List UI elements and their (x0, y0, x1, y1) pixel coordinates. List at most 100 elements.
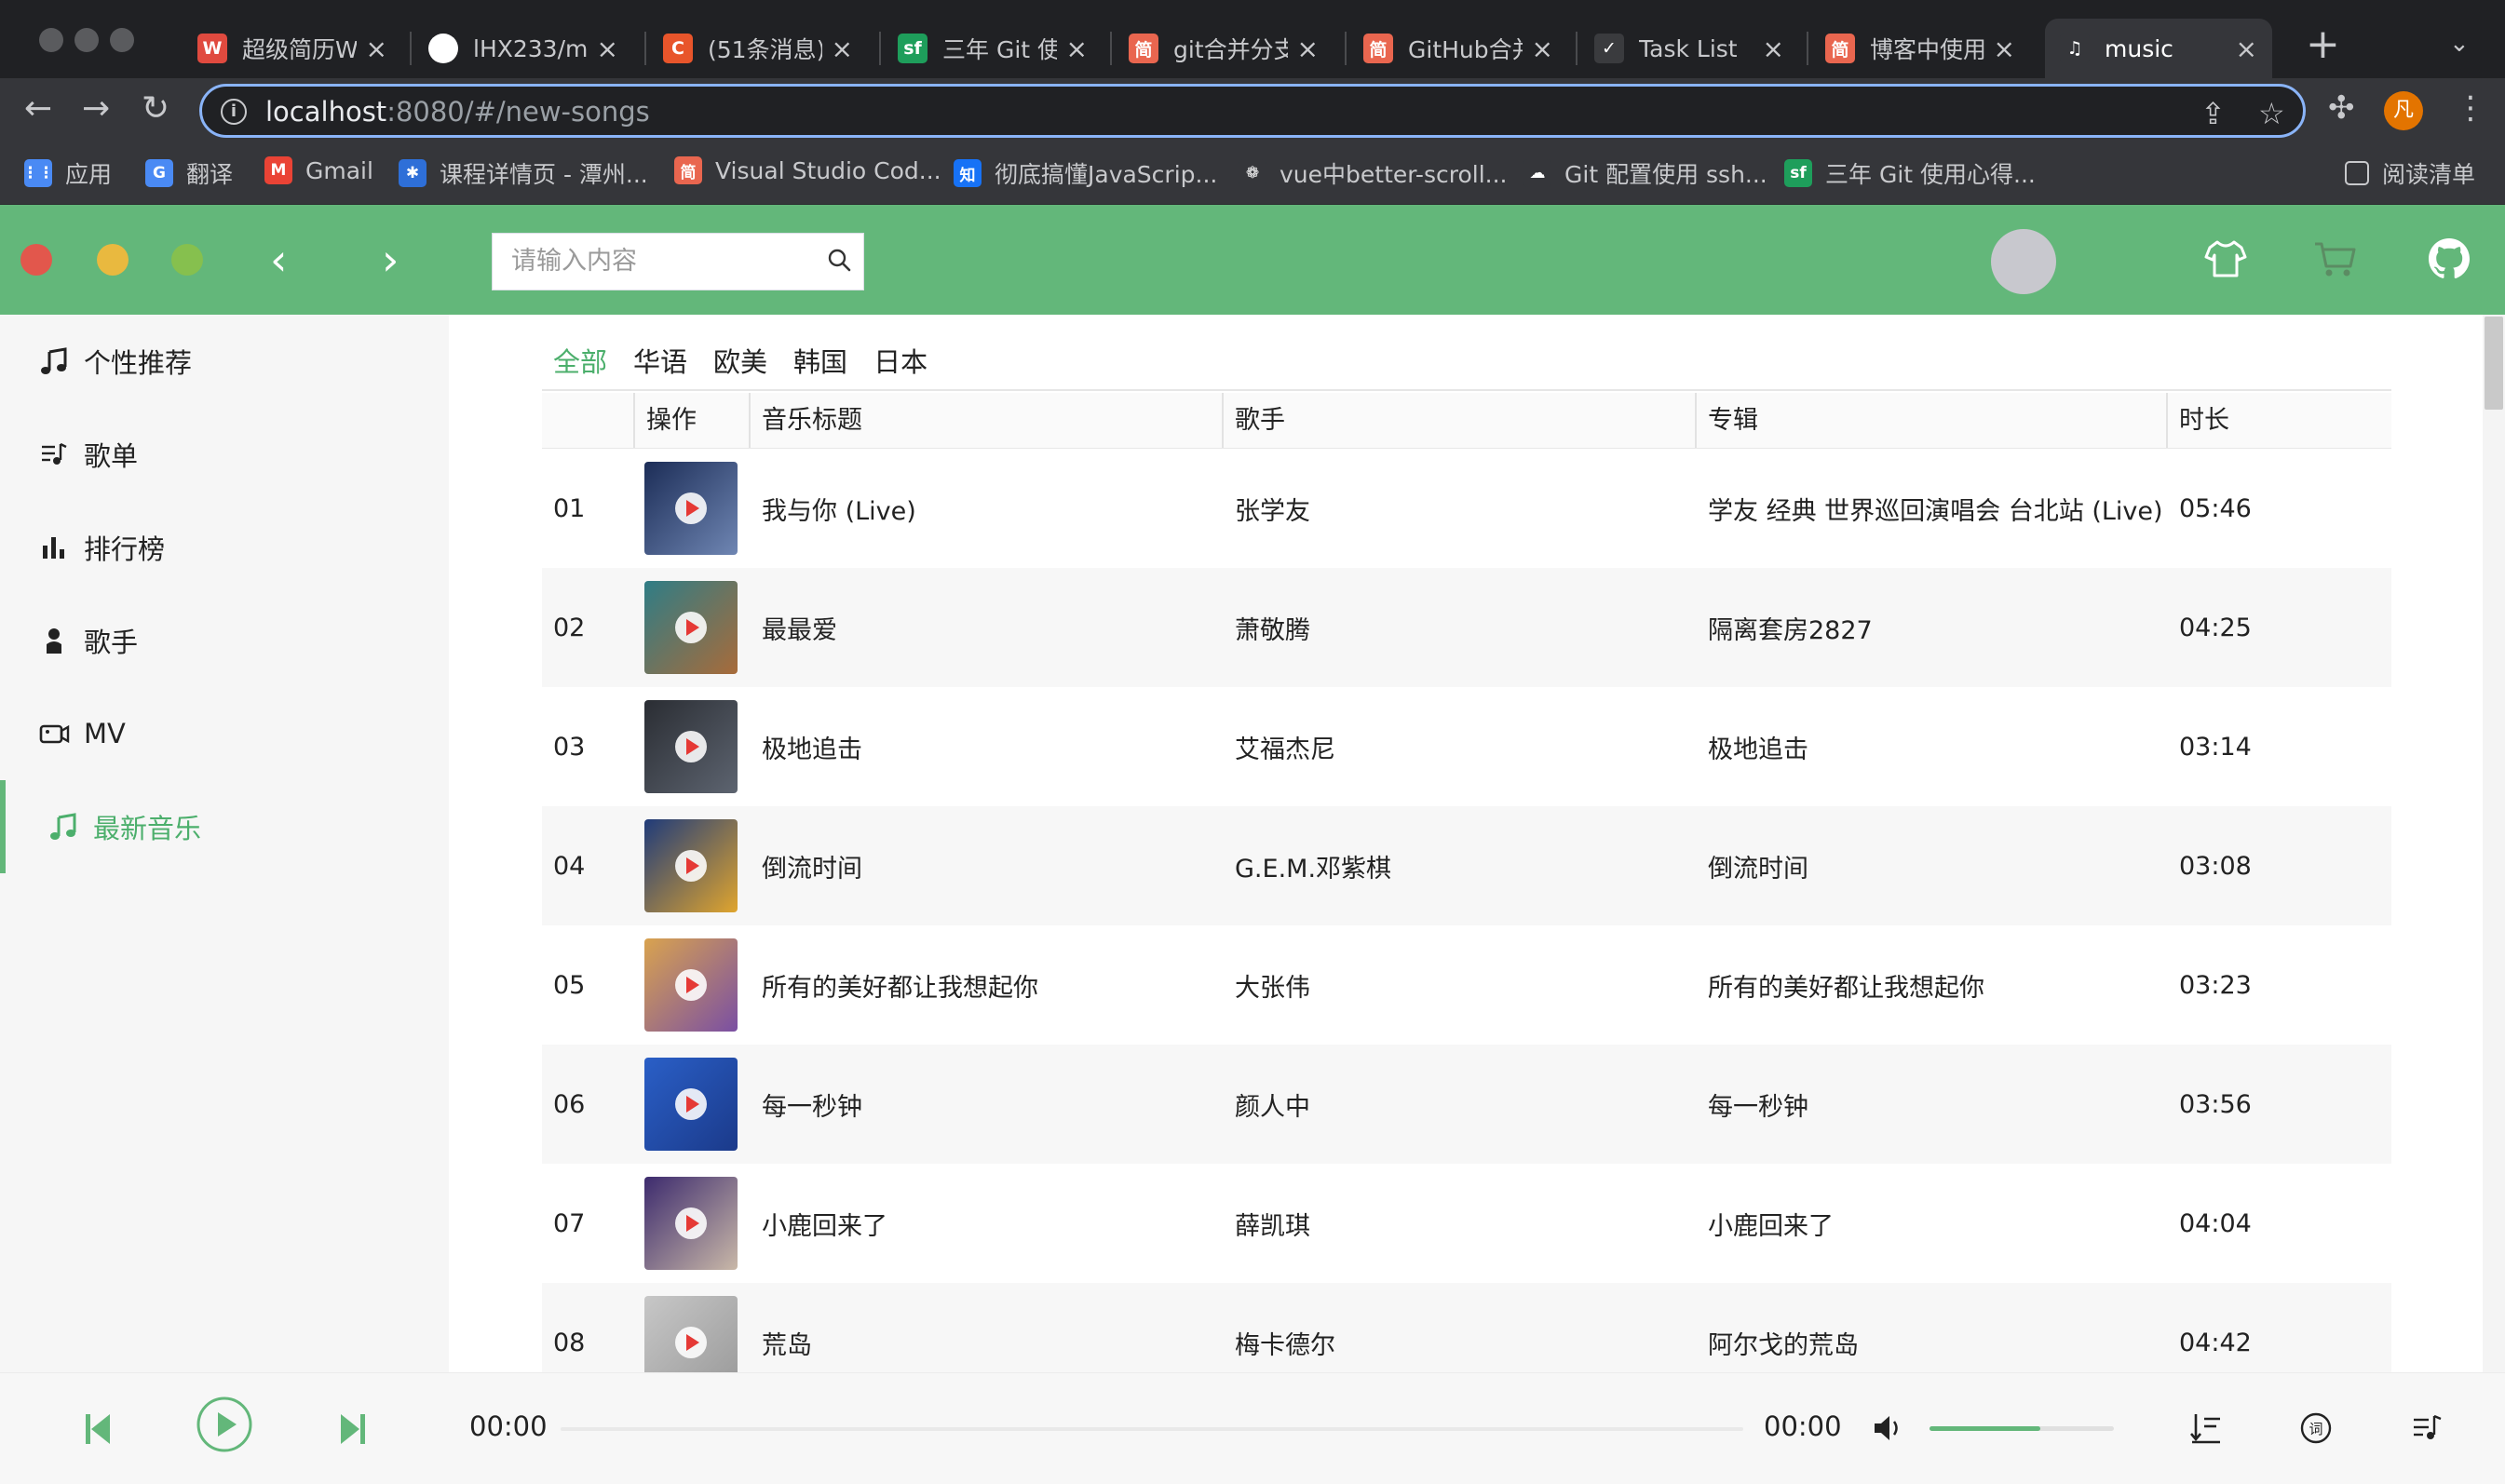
profile-avatar[interactable]: 凡 (2384, 91, 2423, 130)
song-album[interactable]: 倒流时间 (1697, 848, 2168, 884)
play-icon[interactable] (675, 969, 707, 1001)
album-cover[interactable] (644, 581, 738, 674)
sidebar-item[interactable]: 排行榜 (0, 501, 449, 594)
table-row[interactable]: 08 荒岛 梅卡德尔 阿尔戈的荒岛 04:42 (542, 1283, 2391, 1372)
album-cover[interactable] (644, 1177, 738, 1270)
song-album[interactable]: 学友 经典 世界巡回演唱会 台北站 (Live) (1697, 491, 2168, 527)
reading-list-button[interactable]: 阅读清单 (2345, 156, 2475, 190)
bookmark-item[interactable]: sf 三年 Git 使用心得... (1784, 156, 2036, 190)
table-row[interactable]: 01 我与你 (Live) 张学友 学友 经典 世界巡回演唱会 台北站 (Live) 0… (542, 449, 2391, 568)
close-tab-icon[interactable]: × (366, 34, 387, 64)
table-row[interactable]: 07 小鹿回来了 薛凯琪 小鹿回来了 04:04 (542, 1164, 2391, 1283)
address-bar[interactable]: i localhost:8080/#/new-songs ⇪ ☆ (199, 84, 2306, 138)
play-icon[interactable] (675, 492, 707, 524)
play-icon[interactable] (675, 850, 707, 882)
song-title[interactable]: 我与你 (Live) (751, 491, 1224, 527)
song-album[interactable]: 隔离套房2827 (1697, 610, 2168, 646)
close-tab-icon[interactable]: × (1297, 34, 1319, 64)
bookmark-item[interactable]: M Gmail (264, 156, 373, 184)
forward-icon[interactable]: → (82, 89, 110, 128)
song-artist[interactable]: 大张伟 (1224, 967, 1697, 1004)
url-text[interactable]: localhost:8080/#/new-songs (265, 96, 650, 128)
song-title[interactable]: 荒岛 (751, 1325, 1224, 1361)
song-title[interactable]: 小鹿回来了 (751, 1206, 1224, 1242)
next-track-icon[interactable] (335, 1410, 369, 1448)
category-tab[interactable]: 华语 (622, 341, 698, 397)
back-icon[interactable]: ← (24, 89, 52, 128)
scrollbar-thumb[interactable] (2485, 317, 2503, 410)
album-cover[interactable] (644, 1296, 738, 1372)
window-close-button[interactable] (39, 28, 63, 52)
browser-tab[interactable]: 简 GitHub合并 × (1348, 19, 1568, 78)
window-zoom-button[interactable] (110, 28, 134, 52)
bookmark-item[interactable]: 知彻底搞懂JavaScrip... (954, 156, 1217, 190)
browser-tab[interactable]: ✓ Task List × (1579, 19, 1799, 78)
extensions-icon[interactable]: ✣ (2328, 89, 2355, 127)
scrollbar-track[interactable] (2483, 315, 2505, 1372)
playlist-icon[interactable] (2410, 1410, 2445, 1446)
table-row[interactable]: 05 所有的美好都让我想起你 大张伟 所有的美好都让我想起你 03:23 (542, 925, 2391, 1045)
table-row[interactable]: 02 最最爱 萧敬腾 隔离套房2827 04:25 (542, 568, 2391, 687)
sidebar-item[interactable]: 歌单 (0, 408, 449, 501)
volume-icon[interactable] (1870, 1410, 1905, 1446)
song-album[interactable]: 小鹿回来了 (1697, 1206, 2168, 1242)
bookmark-item[interactable]: ⋮⋮ 应用 (22, 156, 112, 190)
song-title[interactable]: 极地追击 (751, 729, 1224, 765)
table-row[interactable]: 03 极地追击 艾福杰尼 极地追击 03:14 (542, 687, 2391, 806)
song-artist[interactable]: 萧敬腾 (1224, 610, 1697, 646)
album-cover[interactable] (644, 462, 738, 555)
sidebar-item[interactable]: 最新音乐 (0, 780, 449, 873)
tab-search-icon[interactable]: ⌄ (2449, 30, 2470, 58)
close-tab-icon[interactable]: × (2236, 34, 2257, 64)
github-icon[interactable] (2425, 235, 2473, 283)
history-forward-icon[interactable]: › (382, 235, 399, 285)
song-album[interactable]: 阿尔戈的荒岛 (1697, 1325, 2168, 1361)
song-title[interactable]: 每一秒钟 (751, 1086, 1224, 1123)
album-cover[interactable] (644, 1058, 738, 1151)
browser-tab[interactable]: lHX233/mu × (413, 19, 633, 78)
song-album[interactable]: 极地追击 (1697, 729, 2168, 765)
album-cover[interactable] (644, 819, 738, 912)
app-close-button[interactable] (20, 244, 52, 276)
browser-menu-icon[interactable]: ⋮ (2455, 89, 2486, 127)
play-mode-list-icon[interactable] (2188, 1410, 2224, 1446)
close-tab-icon[interactable]: × (1532, 34, 1553, 64)
play-icon[interactable] (675, 1088, 707, 1120)
browser-tab[interactable]: ♫ music × (2045, 19, 2272, 78)
category-tab[interactable]: 全部 (542, 341, 619, 397)
play-icon[interactable] (675, 731, 707, 762)
share-icon[interactable]: ⇪ (2200, 96, 2226, 131)
bookmark-star-icon[interactable]: ☆ (2258, 96, 2285, 131)
close-tab-icon[interactable]: × (1763, 34, 1784, 64)
song-artist[interactable]: 薛凯琪 (1224, 1206, 1697, 1242)
song-album[interactable]: 每一秒钟 (1697, 1086, 2168, 1123)
bookmark-item[interactable]: ❁ vue中better-scroll... (1239, 156, 1507, 190)
bookmark-item[interactable]: ✱ 课程详情页 - 潭州... (399, 156, 648, 190)
close-tab-icon[interactable]: × (1066, 34, 1088, 64)
history-back-icon[interactable]: ‹ (270, 235, 287, 285)
album-cover[interactable] (644, 938, 738, 1032)
play-button-icon[interactable] (196, 1396, 253, 1453)
new-tab-button[interactable]: + (2306, 20, 2340, 68)
theme-shirt-icon[interactable] (2201, 235, 2250, 283)
song-artist[interactable]: G.E.M.邓紫棋 (1224, 848, 1697, 884)
bookmark-item[interactable]: ☁ Git 配置使用 ssh... (1523, 156, 1767, 190)
browser-tab[interactable]: C (51条消息) × (648, 19, 868, 78)
app-maximize-button[interactable] (171, 244, 203, 276)
volume-slider[interactable] (1930, 1426, 2114, 1431)
song-title[interactable]: 所有的美好都让我想起你 (751, 967, 1224, 1004)
bookmark-item[interactable]: 简 Visual Studio Cod... (674, 156, 941, 184)
app-minimize-button[interactable] (97, 244, 129, 276)
close-tab-icon[interactable]: × (832, 34, 853, 64)
user-avatar[interactable] (1991, 229, 2056, 294)
song-artist[interactable]: 张学友 (1224, 491, 1697, 527)
close-tab-icon[interactable]: × (1994, 34, 2015, 64)
close-tab-icon[interactable]: × (597, 34, 618, 64)
bookmark-item[interactable]: G 翻译 (145, 156, 233, 190)
album-cover[interactable] (644, 700, 738, 793)
sidebar-item[interactable]: MV (0, 687, 449, 780)
category-tab[interactable]: 韩国 (782, 341, 859, 397)
song-album[interactable]: 所有的美好都让我想起你 (1697, 967, 2168, 1004)
search-icon[interactable] (826, 247, 854, 275)
browser-tab[interactable]: sf 三年 Git 使 × (883, 19, 1103, 78)
